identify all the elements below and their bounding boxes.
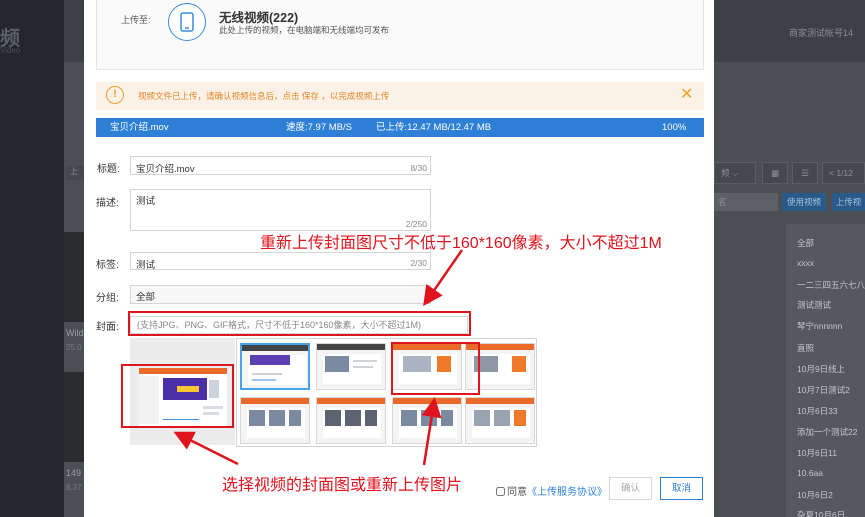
tags-char-count: 2/30 xyxy=(410,258,427,268)
grid-icon: ▦ xyxy=(770,168,780,178)
background-group-item: xxxx xyxy=(797,258,814,268)
background-video-title: 149 xyxy=(66,468,82,478)
background-logo-sub: Video xyxy=(0,46,21,55)
phone-icon xyxy=(180,12,194,32)
background-group-item: 直照 xyxy=(797,343,815,353)
group-label: 分组: xyxy=(96,293,119,304)
background-user-name: 商家测试帐号14 xyxy=(789,28,854,38)
background-video-thumb xyxy=(64,372,86,462)
cover-thumbnail[interactable] xyxy=(465,397,535,444)
background-group-item: 10月9日线上 xyxy=(797,364,846,374)
background-sidebar xyxy=(0,0,64,517)
upload-notice: ! 视频文件已上传，请确认视频信息后，点击 保存 ，以完成视频上传 ✕ xyxy=(96,82,704,110)
background-group-item: 杂夏10月6日 xyxy=(797,510,846,517)
background-video-title: Wild xyxy=(66,328,84,338)
background-group-item: 10.6aa xyxy=(797,468,823,478)
group-value: 全部 xyxy=(136,292,156,303)
cancel-button[interactable]: 取消 xyxy=(660,477,703,500)
destination-option[interactable] xyxy=(168,3,206,41)
background-grid-view-button: ▦ xyxy=(762,162,788,184)
annotation-highlight-current-cover xyxy=(121,364,234,428)
description-char-count: 2/250 xyxy=(405,219,427,229)
tags-input[interactable]: 测试 2/30 xyxy=(130,252,431,271)
background-group-item: 一二三四五六七八 xyxy=(797,280,865,290)
title-input[interactable]: 宝贝介绍.mov 8/30 xyxy=(130,156,431,175)
background-video-sub: 8.37 xyxy=(66,483,82,492)
destination-label: 上传至: xyxy=(121,15,151,25)
background-search-input: 名 xyxy=(714,193,778,211)
cover-thumbnail[interactable] xyxy=(392,397,462,444)
background-video-sub: 25.0 xyxy=(66,343,82,352)
upload-size: 已上传:12.47 MB/12.47 MB xyxy=(376,122,492,133)
warning-icon: ! xyxy=(106,86,124,104)
cover-thumbnail[interactable] xyxy=(240,343,310,390)
description-label: 描述: xyxy=(96,198,119,209)
background-sort-select: 频 ⌵ xyxy=(714,162,756,184)
background-use-video-button: 使用视频 xyxy=(782,193,826,211)
background-pager: < 1/12 xyxy=(822,162,865,184)
annotation-top: 重新上传封面图尺寸不低于160*160像素，大小不超过1M xyxy=(260,235,662,252)
background-group-item: 琴宁nnnnnn xyxy=(797,321,843,331)
upload-percent: 100% xyxy=(662,122,687,133)
background-group-item: 测试测试 xyxy=(797,300,832,310)
tags-value: 测试 xyxy=(136,260,156,271)
notice-text: 视频文件已上传，请确认视频信息后，点击 保存 ，以完成视频上传 xyxy=(138,91,390,101)
close-icon[interactable]: ✕ xyxy=(680,86,693,104)
background-group-item: 10月6日11 xyxy=(797,448,838,458)
tags-label: 标签: xyxy=(96,260,119,271)
background-video-thumb xyxy=(64,232,86,322)
title-label: 标题: xyxy=(97,164,120,175)
upload-speed: 速度:7.97 MB/S xyxy=(286,122,352,133)
background-group-item: 10月7日测试2 xyxy=(797,385,850,395)
cover-thumbnail[interactable] xyxy=(316,397,386,444)
group-select[interactable]: 全部 xyxy=(130,285,431,304)
background-upload-button: 上传视 xyxy=(832,193,865,211)
upload-progress-bar: 宝贝介绍.mov 速度:7.97 MB/S 已上传:12.47 MB/12.47… xyxy=(96,118,704,137)
annotation-bottom: 选择视频的封面图或重新上传图片 xyxy=(222,477,463,494)
destination-description: 此处上传的视频，在电脑端和无线端均可发布 xyxy=(219,25,390,35)
title-char-count: 8/30 xyxy=(410,163,427,173)
background-group-item: 全部 xyxy=(797,238,815,248)
cover-thumbnail-gallery xyxy=(236,338,537,447)
description-textarea[interactable]: 测试 2/250 xyxy=(130,189,431,231)
agree-checkbox[interactable] xyxy=(496,487,505,496)
cover-thumbnail[interactable] xyxy=(316,343,386,390)
confirm-button[interactable]: 确认 xyxy=(609,477,652,500)
background-list-view-button: ☰ xyxy=(792,162,818,184)
background-group-item: 添加一个测试22 xyxy=(797,427,858,437)
title-value: 宝贝介绍.mov xyxy=(136,164,195,175)
cover-label: 封面: xyxy=(96,322,119,333)
annotation-highlight-cover-field xyxy=(128,311,471,336)
annotation-highlight-thumbnail xyxy=(391,342,480,395)
background-group-item: 10月6日2 xyxy=(797,490,833,500)
cover-thumbnail[interactable] xyxy=(240,397,310,444)
description-value: 测试 xyxy=(136,196,156,207)
background-tab: 上 xyxy=(66,166,86,180)
terms-link[interactable]: 《上传服务协议》 xyxy=(527,487,607,498)
background-group-item: 10月6日33 xyxy=(797,406,838,416)
agree-terms: 同意《上传服务协议》 xyxy=(496,483,607,498)
list-icon: ☰ xyxy=(801,168,809,178)
upload-filename: 宝贝介绍.mov xyxy=(110,122,169,133)
agree-label: 同意 xyxy=(507,487,527,498)
